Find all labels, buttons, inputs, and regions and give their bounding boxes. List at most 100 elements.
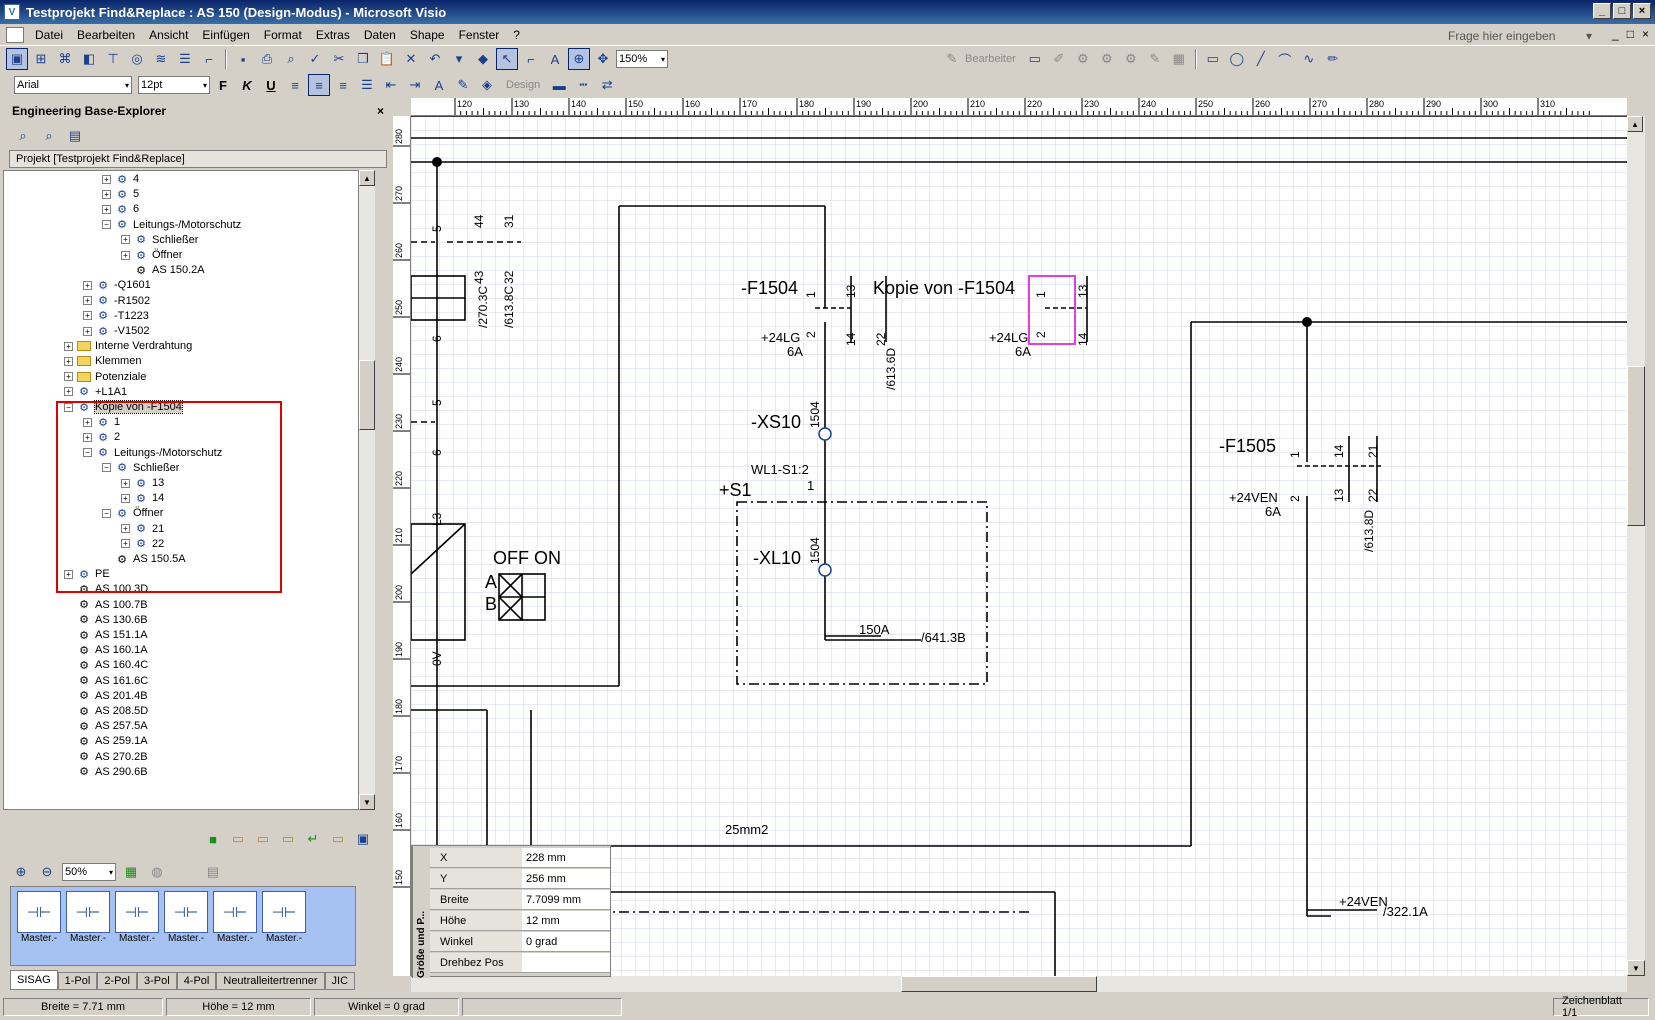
property-value[interactable]: 0 grad: [522, 932, 610, 951]
tree-item[interactable]: ⚙ AS 130.6B: [64, 612, 148, 628]
hierarchy-icon[interactable]: ⊤: [102, 48, 124, 70]
property-value[interactable]: 228 mm: [522, 848, 610, 867]
tree-item[interactable]: + ⚙ 4: [102, 171, 139, 187]
zoom-out-icon[interactable]: ⊖: [36, 861, 58, 883]
menu-daten[interactable]: Daten: [357, 28, 403, 42]
globe-icon[interactable]: ◍: [146, 861, 168, 883]
stencil-master[interactable]: ⊣⊢ Master.-: [64, 891, 112, 963]
tree-item[interactable]: ⚙ AS 161.6C: [64, 673, 148, 689]
doc-minimize-button[interactable]: _: [1612, 27, 1619, 41]
maximize-button[interactable]: □: [1613, 3, 1631, 19]
tree-item[interactable]: + ⚙ 6: [102, 201, 139, 217]
pan-icon[interactable]: ✥: [592, 48, 614, 70]
horizontal-scroll-thumb[interactable]: [901, 976, 1097, 992]
menu-ansicht[interactable]: Ansicht: [142, 28, 195, 42]
pencil-tool-icon[interactable]: ✏: [1322, 48, 1344, 70]
font-combo[interactable]: Arial ▾: [14, 76, 132, 94]
tree-item[interactable]: + ⚙ Öffner: [121, 247, 182, 263]
expand-icon[interactable]: +: [83, 326, 92, 336]
freeform-tool-icon[interactable]: ∿: [1298, 48, 1320, 70]
stencil-zoom-combo[interactable]: 50% ▾: [62, 863, 116, 881]
tree-item[interactable]: + ⚙ -T1223: [83, 308, 149, 324]
vertical-scroll-thumb[interactable]: [1627, 366, 1645, 526]
fill-color-icon[interactable]: ◈: [476, 74, 498, 96]
chevron-down-icon[interactable]: ▾: [203, 81, 207, 90]
brush-icon[interactable]: ✐: [1048, 48, 1070, 70]
find-icon[interactable]: ⌕: [38, 125, 60, 147]
tree-item[interactable]: + ⚙ -R1502: [83, 293, 150, 309]
menu-format[interactable]: Format: [257, 28, 309, 42]
line-ends-icon[interactable]: ⇄: [596, 74, 618, 96]
pointer-tool-icon[interactable]: ↖: [496, 48, 518, 70]
menu-help[interactable]: ?: [506, 28, 527, 42]
tree-item[interactable]: + ⚙ +L1A1: [64, 384, 127, 400]
property-value[interactable]: 12 mm: [522, 911, 610, 930]
property-value[interactable]: 256 mm: [522, 869, 610, 888]
minimize-button[interactable]: _: [1593, 3, 1611, 19]
line-pattern-icon[interactable]: ┅: [572, 74, 594, 96]
property-value[interactable]: [522, 953, 610, 972]
bullets-icon[interactable]: ☰: [356, 74, 378, 96]
expand-icon[interactable]: +: [64, 387, 73, 397]
expand-icon[interactable]: +: [102, 174, 111, 184]
net-icon[interactable]: ◎: [126, 48, 148, 70]
expand-icon[interactable]: +: [121, 250, 130, 260]
indent-decrease-icon[interactable]: ⇤: [380, 74, 402, 96]
table-icon[interactable]: ▦: [1168, 48, 1190, 70]
stencil-tab[interactable]: 3-Pol: [137, 972, 177, 990]
expand-icon[interactable]: +: [102, 204, 111, 214]
menu-bearbeiten[interactable]: Bearbeiten: [70, 28, 142, 42]
tree-item[interactable]: ⚙ AS 160.4C: [64, 657, 148, 673]
tree-item[interactable]: ⚙ AS 151.1A: [64, 627, 148, 643]
arc-tool-icon[interactable]: ⌒: [1274, 48, 1296, 70]
align-right-icon[interactable]: ≡: [332, 74, 354, 96]
save-icon[interactable]: ▪: [232, 48, 254, 70]
doc-close-button[interactable]: ×: [1642, 27, 1649, 41]
explorer-close-button[interactable]: ×: [377, 104, 384, 118]
folder-icon[interactable]: ▭: [1024, 48, 1046, 70]
menu-einfuegen[interactable]: Einfügen: [195, 28, 256, 42]
chevron-down-icon[interactable]: ▾: [1586, 29, 1592, 43]
menu-shape[interactable]: Shape: [403, 28, 452, 42]
wire-icon[interactable]: ≋: [150, 48, 172, 70]
properties-icon[interactable]: ▣: [352, 828, 374, 850]
expand-icon[interactable]: +: [83, 296, 92, 306]
expand-icon[interactable]: +: [83, 280, 92, 290]
help-search-box[interactable]: Frage hier eingeben ▾: [1445, 27, 1595, 44]
zoom-in-icon[interactable]: ⊕: [10, 861, 32, 883]
horizontal-scrollbar[interactable]: [411, 976, 1627, 992]
rectangle-tool-icon[interactable]: ▭: [1202, 48, 1224, 70]
collapse-icon[interactable]: −: [102, 220, 111, 230]
shapes-icon[interactable]: ◆: [472, 48, 494, 70]
folder-open-icon[interactable]: ▭: [252, 828, 274, 850]
italic-button[interactable]: K: [236, 74, 258, 96]
menu-fenster[interactable]: Fenster: [452, 28, 507, 42]
link-icon[interactable]: ⌘: [54, 48, 76, 70]
search-icon[interactable]: ⌕: [12, 125, 34, 147]
tree-scroll-thumb[interactable]: [359, 360, 375, 430]
stencil-master[interactable]: ⊣⊢ Master.-: [113, 891, 161, 963]
expand-icon[interactable]: +: [64, 372, 73, 382]
doc-restore-button[interactable]: □: [1627, 27, 1634, 41]
stencil-tab[interactable]: SISAG: [10, 970, 58, 990]
tree-item[interactable]: ⚙ AS 100.7B: [64, 597, 148, 613]
stencil-master[interactable]: ⊣⊢ Master.-: [162, 891, 210, 963]
tree-scrollbar[interactable]: ▲ ▼: [359, 170, 375, 810]
align-left-icon[interactable]: ≡: [284, 74, 306, 96]
expand-icon[interactable]: +: [83, 311, 92, 321]
project-header[interactable]: Projekt [Testprojekt Find&Replace]: [9, 150, 387, 168]
tree-item[interactable]: + ⚙ -Q1601: [83, 277, 151, 293]
zoom-combo[interactable]: 150% ▾: [616, 50, 668, 68]
tree-item[interactable]: ⚙ AS 160.1A: [64, 642, 148, 658]
cut-icon[interactable]: ✂: [328, 48, 350, 70]
stencil-master[interactable]: ⊣⊢ Master.-: [211, 891, 259, 963]
tree-item[interactable]: − ⚙ Leitungs-/Motorschutz: [102, 217, 241, 233]
connector-tool-icon[interactable]: ⌐: [520, 48, 542, 70]
expand-icon[interactable]: +: [121, 235, 130, 245]
stencil-tab[interactable]: JIC: [324, 972, 356, 990]
stencil-tab[interactable]: Neutralleitertrenner: [216, 972, 325, 990]
ellipse-tool-icon[interactable]: ◯: [1226, 48, 1248, 70]
tree-item[interactable]: + Potenziale: [64, 369, 146, 385]
list-view-icon[interactable]: ▤: [64, 125, 86, 147]
connection-point-icon[interactable]: ⊕: [568, 48, 590, 70]
